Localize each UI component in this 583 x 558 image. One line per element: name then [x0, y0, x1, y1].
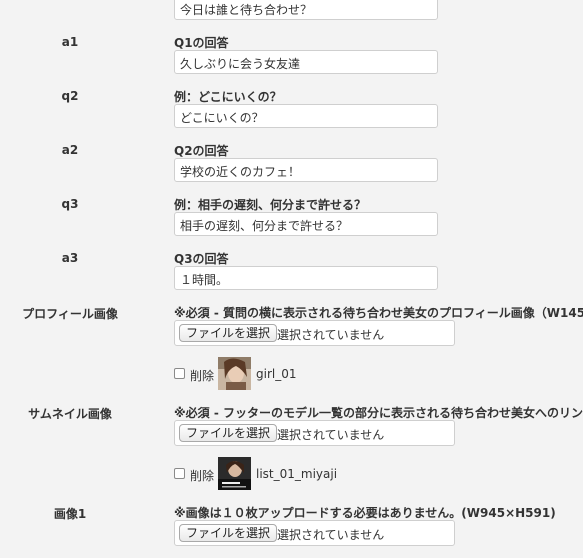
row-label-a2: a2	[61, 143, 79, 157]
profile-thumbnail	[218, 357, 251, 390]
field-title-a1: Q1の回答	[174, 36, 229, 50]
a1-input[interactable]: 久しぶりに会う女友達	[174, 50, 438, 74]
field-title-q2: 例：どこにいくの？	[174, 90, 282, 104]
field-title-q3: 例：相手の遅刻、何分まで許せる？	[174, 198, 367, 212]
choose-file-button[interactable]: ファイルを選択	[179, 424, 278, 442]
choose-file-button[interactable]: ファイルを選択	[179, 524, 278, 542]
row-label-q3: q3	[61, 197, 79, 211]
image1-note: ※画像は１０枚アップロードする必要はありません。(W945×H591)	[174, 506, 556, 520]
thumbnail-image-filename: list_01_miyaji	[256, 467, 338, 481]
delete-label[interactable]: 削除	[190, 367, 214, 384]
file-status: 選択されていません	[277, 428, 385, 442]
profile-image-note: ※必須 - 質問の横に表示される待ち合わせ美女のプロフィール画像（W145	[174, 306, 583, 320]
q3-input[interactable]: 相手の遅刻、何分まで許せる？	[174, 212, 438, 236]
profile-image-filename: girl_01	[256, 367, 297, 381]
row-label-a1: a1	[61, 35, 79, 49]
field-title-a3: Q3の回答	[174, 252, 229, 266]
thumbnail-preview	[218, 457, 251, 490]
row-label-a3: a3	[61, 251, 79, 265]
delete-checkbox[interactable]	[174, 468, 185, 479]
row-label-image1: 画像1	[53, 507, 87, 521]
profile-image-file-input[interactable]: ファイルを選択 選択されていません	[174, 320, 455, 346]
delete-label[interactable]: 削除	[190, 467, 214, 484]
thumbnail-image-file-input[interactable]: ファイルを選択 選択されていません	[174, 420, 455, 446]
thumbnail-image-note: ※必須 - フッターのモデル一覧の部分に表示される待ち合わせ美女へのリン	[174, 406, 583, 420]
a3-input[interactable]: １時間。	[174, 266, 438, 290]
row-label-q2: q2	[61, 89, 79, 103]
q2-input[interactable]: どこにいくの？	[174, 104, 438, 128]
row-label-profile-image: プロフィール画像	[22, 307, 118, 321]
field-title-a2: Q2の回答	[174, 144, 229, 158]
file-status: 選択されていません	[277, 328, 385, 342]
delete-checkbox[interactable]	[174, 368, 185, 379]
row-label-thumbnail-image: サムネイル画像	[28, 407, 112, 421]
file-status: 選択されていません	[277, 528, 385, 542]
q1-input[interactable]: 今日は誰と待ち合わせ？	[174, 0, 438, 20]
a2-input[interactable]: 学校の近くのカフェ！	[174, 158, 438, 182]
image1-file-input[interactable]: ファイルを選択 選択されていません	[174, 520, 455, 546]
choose-file-button[interactable]: ファイルを選択	[179, 324, 278, 342]
